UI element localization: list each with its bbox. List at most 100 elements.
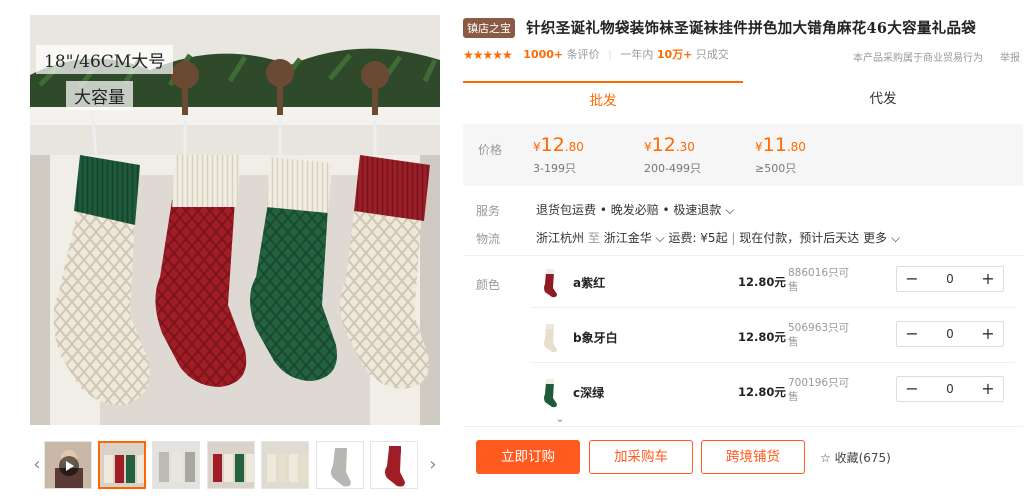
star-outline-icon: ☆ [820,451,831,465]
thumbnail[interactable] [152,441,200,489]
tab-dropship[interactable]: 代发 [743,81,1023,115]
price-label: 价格 [478,143,503,157]
trade-disclaimer: 本产品采购属于商业贸易行为 [853,53,983,64]
divider: | [731,231,736,245]
thumbnail-image [262,442,308,488]
stockings-photo [30,15,440,425]
tier-quantity: 3-199只 [533,162,576,175]
quantity-stepper: − + [896,321,1004,347]
product-page: 18"/46CM大号 大容量 ‹ › 镇店之宝 针织圣诞礼物袋装饰袜圣诞袜挂件拼… [0,0,1024,498]
thumbnail[interactable] [261,441,309,489]
price-decimal: .30 [675,140,695,154]
section-divider [463,255,1023,256]
sku-row: b象牙白 12.80元 506963只可售 − + [530,313,1015,363]
quantity-input[interactable] [927,267,973,291]
currency-symbol: ¥ [644,140,652,154]
price-decimal: .80 [786,140,806,154]
sku-price: 12.80元 [738,385,786,399]
sku-name: a紫红 [573,276,606,290]
thumbnail[interactable] [316,441,364,489]
product-title-row: 镇店之宝 针织圣诞礼物袋装饰袜圣诞袜挂件拼色加大错角麻花46大容量礼品袋 [463,17,1023,39]
price-tier-2: ¥12.30 200-499只 [644,134,701,176]
more-logistics-link[interactable]: 更多 ⌵ [863,231,900,245]
product-title: 针织圣诞礼物袋装饰袜圣诞袜挂件拼色加大错角麻花46大容量礼品袋 [526,20,977,37]
purchase-mode-tabs: 批发 代发 [463,81,1023,115]
thumbnail-video[interactable] [44,441,92,489]
price-integer: 11 [762,134,787,156]
chevron-left-icon[interactable]: ‹ [30,450,44,480]
ship-to-select[interactable]: 浙江金华 ⌵ [604,231,665,245]
thumbnail-strip: ‹ › [30,440,440,490]
service-value[interactable]: 退货包运费 • 晚发必赔 • 极速退款 ⌵ [536,201,734,218]
sku-row: c深绿 12.80元 700196只可售 − + [530,368,1015,418]
sku-name: c深绿 [573,386,605,400]
image-caption-capacity: 大容量 [66,81,133,110]
tier-quantity: ≥500只 [755,162,797,175]
thumbnail-selected[interactable] [98,441,146,489]
sku-stock: 700196只可售 [788,377,850,403]
shop-treasure-badge: 镇店之宝 [463,17,515,38]
decrement-button[interactable]: − [897,322,927,346]
logistics-label: 物流 [476,232,501,246]
quantity-stepper: − + [896,376,1004,402]
quantity-input[interactable] [927,322,973,346]
sku-swatch-thumbnail [536,376,562,410]
tab-wholesale[interactable]: 批发 [463,81,743,115]
sku-swatch-thumbnail [536,321,562,355]
price-integer: 12 [540,134,565,156]
period-label: 一年内 [620,48,654,61]
price-tier-1: ¥12.80 3-199只 [533,134,584,176]
freight: 运费: ¥5起 [668,231,728,245]
sold-label: 只成交 [695,48,729,61]
play-icon [59,456,79,476]
chevron-down-icon[interactable]: ⌄ [552,412,568,425]
currency-symbol: ¥ [755,140,763,154]
main-product-image[interactable]: 18"/46CM大号 大容量 [30,15,440,425]
quantity-input[interactable] [927,377,973,401]
ship-from: 浙江杭州 [536,231,585,245]
thumbnail-image [153,442,199,488]
review-count[interactable]: 1000+ [523,48,563,61]
delivery-eta: 现在付款，预计后天达 [739,231,860,245]
review-label: 条评价 [566,48,600,61]
sku-swatch-thumbnail [536,266,562,300]
price-decimal: .80 [564,140,584,154]
chevron-right-icon[interactable]: › [426,450,440,480]
section-divider [463,426,1023,427]
sku-name: b象牙白 [573,331,618,345]
thumbnail-image [317,442,363,488]
favorite-button[interactable]: ☆ 收藏(675) [820,449,891,466]
increment-button[interactable]: + [973,322,1003,346]
price-integer: 12 [651,134,676,156]
add-to-cart-button[interactable]: 加采购车 [589,440,693,474]
increment-button[interactable]: + [973,377,1003,401]
sku-price: 12.80元 [738,330,786,344]
thumbnail-image [208,442,254,488]
quantity-stepper: − + [896,266,1004,292]
star-rating-icon: ★★★★★ [463,48,513,62]
decrement-button[interactable]: − [897,267,927,291]
favorite-label: 收藏(675) [834,451,891,465]
sku-stock: 506963只可售 [788,322,850,348]
thumbnail-image [371,442,417,488]
decrement-button[interactable]: − [897,377,927,401]
tier-quantity: 200-499只 [644,162,701,175]
cross-border-button[interactable]: 跨境铺货 [701,440,805,474]
sku-stock: 886016只可售 [788,267,850,293]
color-label: 颜色 [476,278,501,292]
service-label: 服务 [476,204,501,218]
price-box: 价格 ¥12.80 3-199只 ¥12.30 200-499只 ¥11.80 … [463,124,1023,186]
sold-count: 10万+ [656,48,693,61]
buy-now-button[interactable]: 立即订购 [476,440,580,474]
sku-price: 12.80元 [738,275,786,289]
thumbnail[interactable] [370,441,418,489]
increment-button[interactable]: + [973,267,1003,291]
logistics-value: 浙江杭州 至 浙江金华 ⌵ 运费: ¥5起 | 现在付款，预计后天达 更多 ⌵ [536,229,900,246]
thumbnail[interactable] [207,441,255,489]
currency-symbol: ¥ [533,140,541,154]
image-caption-size: 18"/46CM大号 [36,45,174,74]
report-link[interactable]: 举报 [1000,49,1020,64]
thumbnail-image [100,443,144,487]
divider: | [608,48,612,61]
rating-row: ★★★★★ 1000+ 条评价 | 一年内 10万+ 只成交 [463,46,729,62]
